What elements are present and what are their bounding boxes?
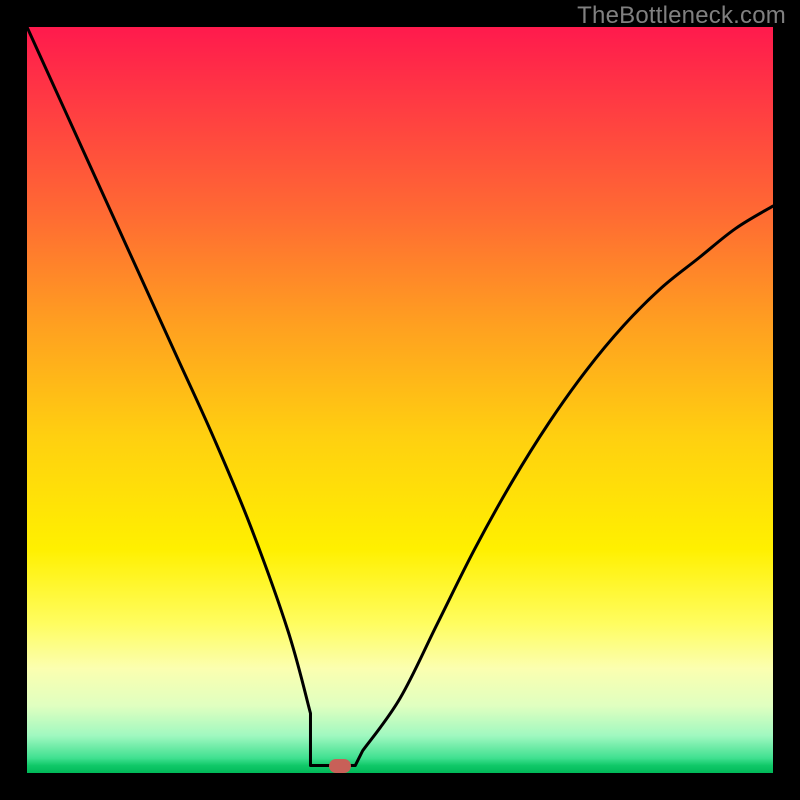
- optimal-point-marker: [329, 759, 351, 773]
- bottleneck-curve: [27, 27, 773, 773]
- plot-area: [27, 27, 773, 773]
- chart-frame: TheBottleneck.com: [0, 0, 800, 800]
- watermark-text: TheBottleneck.com: [577, 2, 786, 30]
